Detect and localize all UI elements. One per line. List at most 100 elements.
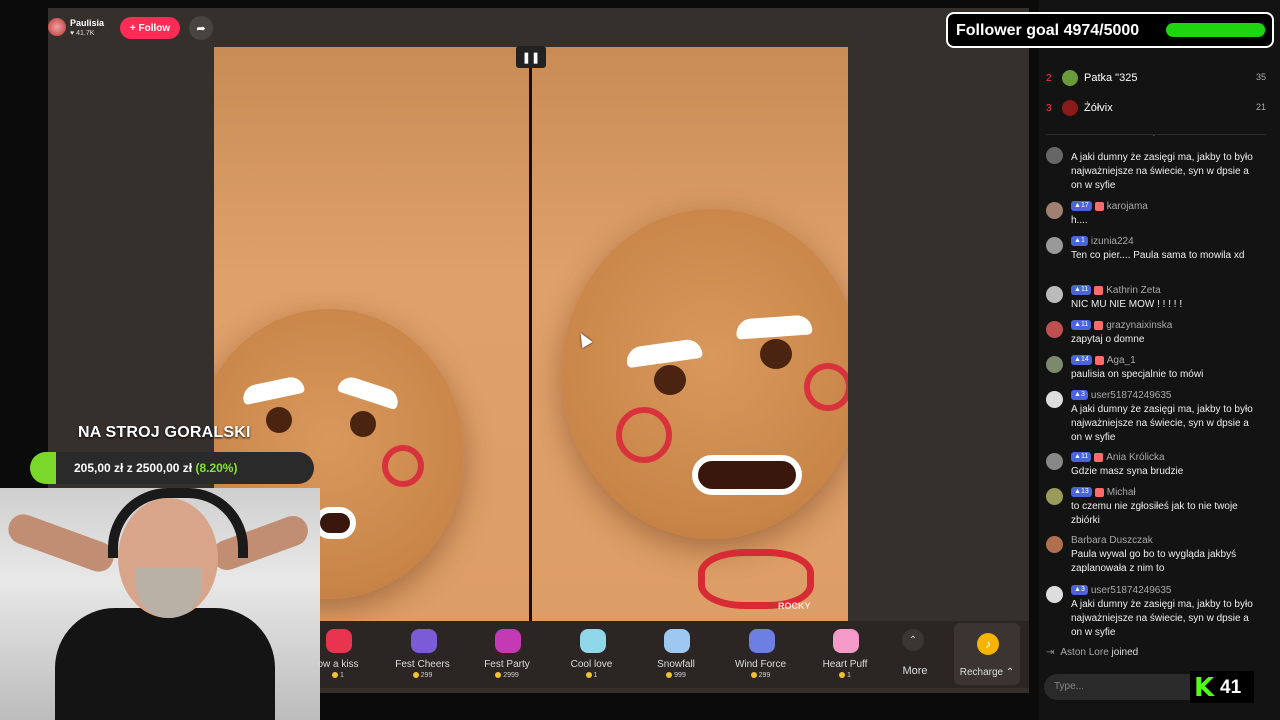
- chat-message-header: ▲17 karojama: [1071, 200, 1148, 214]
- ranking-item[interactable]: 3 Żółvix 21: [1046, 100, 1266, 116]
- chat-username[interactable]: Ania Królicka: [1106, 452, 1164, 463]
- gift-icon: [410, 629, 437, 653]
- donation-goal-bar: 205,00 zł z 2500,00 zł (8.20%): [30, 452, 314, 484]
- fan-heart-icon: [1094, 320, 1104, 330]
- chat-message-text: to czemu nie zgłosiłeś jak to nie twoje …: [1071, 501, 1238, 526]
- more-label: More: [902, 665, 928, 677]
- webcam-overlay: [0, 488, 320, 720]
- ranking-position: 2: [1046, 72, 1052, 84]
- more-gifts-button[interactable]: ⌃ More: [875, 621, 955, 688]
- gift-item[interactable]: Fest Cheers 299: [383, 621, 463, 688]
- avatar[interactable]: [1046, 536, 1063, 553]
- chat-message-header: ▲1 izunia224: [1071, 235, 1134, 249]
- avatar[interactable]: [1046, 453, 1063, 470]
- chat-message-text: A jaki dumny że zasięgi ma, jakby to był…: [1071, 599, 1253, 638]
- follow-button[interactable]: + Follow: [120, 17, 180, 39]
- gift-cost: 999: [636, 672, 716, 679]
- mouth-shape: [692, 455, 802, 495]
- pause-icon[interactable]: ❚❚: [516, 46, 546, 68]
- chat-username[interactable]: user51874249635: [1091, 390, 1172, 401]
- follower-goal-fill: [1166, 23, 1266, 37]
- ranking-user: Patka "325: [1084, 71, 1138, 84]
- chat-username[interactable]: grazynaixinska: [1106, 320, 1172, 331]
- gift-icon: [833, 629, 859, 653]
- chat-message-header: ▲3 user51874249635: [1071, 389, 1171, 403]
- avatar[interactable]: [1046, 391, 1063, 408]
- streamer-avatar[interactable]: [48, 18, 66, 36]
- donation-percent: (8.20%): [195, 461, 238, 475]
- chat-username[interactable]: Michał: [1107, 487, 1136, 498]
- fan-heart-icon: [1094, 452, 1104, 462]
- share-icon[interactable]: ➦: [189, 16, 213, 40]
- gift-item[interactable]: ow a kiss 1: [298, 621, 378, 688]
- gift-label: Snowfall: [657, 659, 695, 670]
- avatar[interactable]: [1046, 586, 1063, 603]
- recharge-button[interactable]: ♪ Recharge ⌃: [954, 623, 1020, 685]
- chat-message-text: h....: [1071, 215, 1088, 226]
- chat-username[interactable]: Barbara Duszczak: [1071, 535, 1153, 546]
- level-value: 11: [1080, 321, 1089, 329]
- avatar: [1062, 100, 1078, 116]
- chat-username[interactable]: Aga_1: [1107, 355, 1136, 366]
- gift-label: Fest Party: [484, 659, 530, 670]
- chat-username[interactable]: izunia224: [1091, 236, 1134, 247]
- joined-user: Aston Lore: [1060, 647, 1109, 658]
- donation-goal-text: 205,00 zł z 2500,00 zł (8.20%): [74, 461, 237, 475]
- gift-cost-value: 1: [847, 672, 851, 679]
- kick-viewer-badge: K 41: [1190, 671, 1254, 703]
- likes-count: 41.7K: [76, 30, 95, 37]
- eye-shape: [350, 411, 376, 437]
- avatar[interactable]: [1046, 356, 1063, 373]
- gift-cost: 1: [298, 672, 378, 679]
- gift-cost: 299: [383, 672, 463, 679]
- joined-notice: ⇥ Aston Lore joined: [1046, 647, 1138, 658]
- gift-icon: [748, 629, 775, 653]
- chat-message-header: ▲11 Ania Królicka: [1071, 451, 1165, 465]
- swirl-shape: [382, 445, 424, 487]
- chat-message-text: Ten co pier.... Paula sama to mowila xd: [1071, 250, 1245, 261]
- gift-cost: 2999: [467, 672, 547, 679]
- donation-goal-fill: [30, 452, 56, 484]
- eye-shape: [266, 407, 292, 433]
- swirl-shape: [616, 407, 672, 463]
- coin-icon: [495, 672, 502, 679]
- gift-icon: [664, 629, 690, 653]
- chat-username[interactable]: user51874249635: [1091, 585, 1172, 596]
- gift-item[interactable]: Wind Force 299: [721, 621, 801, 688]
- ranking-item[interactable]: 2 Patka "325 35: [1046, 70, 1266, 86]
- mouth-shape: [314, 507, 356, 539]
- chat-message-header: ▲3 user51874249635: [1071, 584, 1171, 598]
- avatar[interactable]: [1046, 237, 1063, 254]
- level-value: 1: [1080, 237, 1085, 245]
- joined-text: joined: [1111, 647, 1139, 658]
- avatar[interactable]: [1046, 321, 1063, 338]
- streamer-header: Paulisia ♥ 41.7K + Follow ➦: [48, 8, 248, 48]
- chat-message-text: paulisia on specjalnie to mówi: [1071, 369, 1204, 380]
- gift-item[interactable]: Heart Puff 1: [805, 621, 885, 688]
- gift-icon: [495, 629, 521, 653]
- person-body: [55, 608, 275, 720]
- chat-username[interactable]: Kathrin Zeta: [1106, 285, 1160, 296]
- avatar[interactable]: [1046, 147, 1063, 164]
- tiktok-coin-icon: ♪: [977, 633, 999, 655]
- ranking-user: Żółvix: [1084, 101, 1113, 114]
- follower-goal-widget: Follower goal 4974/5000: [946, 12, 1274, 48]
- gift-item[interactable]: Snowfall 999: [636, 621, 716, 688]
- chat-username[interactable]: karojama: [1107, 201, 1148, 212]
- chat-message-text: Gdzie masz syna brudzie: [1071, 466, 1184, 477]
- level-badge: ▲17: [1071, 201, 1092, 212]
- gift-cost-value: 1: [593, 672, 598, 679]
- donation-goal-title: NA STROJ GORALSKI: [78, 424, 251, 441]
- gift-item[interactable]: Cool love 1: [552, 621, 632, 688]
- chat-message-text: NIC MU NIE MOW ! ! ! ! !: [1071, 299, 1183, 310]
- chat-message-header: ▲14 Aga_1: [1071, 354, 1136, 368]
- gift-item[interactable]: Fest Party 2999: [467, 621, 547, 688]
- avatar[interactable]: [1046, 488, 1063, 505]
- coin-icon: [332, 672, 339, 679]
- streamer-name[interactable]: Paulisia: [70, 18, 104, 28]
- gift-bar: ow a kiss 1 Fest Cheers 299 Fest Party 2999 Co…: [317, 621, 1029, 688]
- avatar[interactable]: [1046, 202, 1063, 219]
- bow-shape: [698, 549, 814, 609]
- avatar[interactable]: [1046, 286, 1063, 303]
- fan-heart-icon: [1094, 201, 1104, 211]
